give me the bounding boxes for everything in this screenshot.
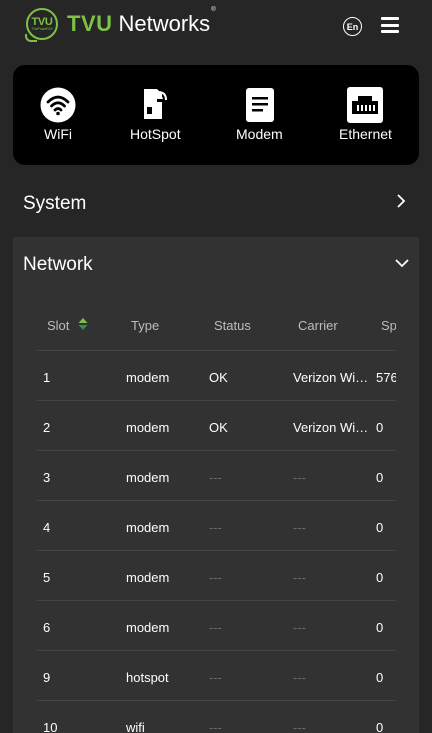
quicknav-item-hotspot[interactable]: HotSpot <box>113 65 203 165</box>
cell-type: wifi <box>126 720 145 733</box>
cell-slot: 4 <box>43 520 51 535</box>
table-row[interactable]: 2 modem OK Verizon Wireless 0 <box>37 401 396 451</box>
table-row[interactable]: 6 modem --- --- 0 <box>37 601 396 651</box>
hamburger-menu-icon[interactable] <box>381 17 399 33</box>
logo-badge-text: TVU <box>31 15 53 28</box>
table-header-row: Slot Type Status Carrier Sp <box>37 297 396 351</box>
app-header: TVU ThePoweROf TVU Networks® En <box>0 0 432 50</box>
cell-slot: 3 <box>43 470 51 485</box>
ethernet-icon <box>347 87 383 123</box>
cell-speed: 0 <box>376 670 384 685</box>
quicknav-item-wifi[interactable]: WiFi <box>13 65 103 165</box>
cell-speed: 0 <box>376 620 384 635</box>
quicknav-label-modem: Modem <box>236 126 283 142</box>
column-header-type[interactable]: Type <box>131 318 159 333</box>
cell-carrier: --- <box>293 570 306 585</box>
cell-type: modem <box>126 620 170 635</box>
brand-tvu: TVU <box>67 11 113 36</box>
cell-carrier: --- <box>293 670 306 685</box>
cell-carrier: --- <box>293 620 306 635</box>
cell-type: hotspot <box>126 670 169 685</box>
cell-slot: 2 <box>43 420 51 435</box>
logo-badge-icon: TVU ThePoweROf <box>25 8 58 42</box>
cell-speed: 0 <box>376 420 384 435</box>
brand-networks-text: Networks <box>118 11 211 36</box>
cell-status: --- <box>209 620 222 635</box>
cell-slot: 5 <box>43 570 51 585</box>
cell-speed: 0 <box>376 720 384 733</box>
network-section: Network Slot Type Status Carrier Sp 1 mo… <box>13 237 419 733</box>
cell-status: --- <box>209 720 222 733</box>
quicknav-item-ethernet[interactable]: Ethernet <box>320 65 410 165</box>
cell-type: modem <box>126 420 170 435</box>
cell-type: modem <box>126 570 170 585</box>
cell-speed: 0 <box>376 520 384 535</box>
table-row[interactable]: 3 modem --- --- 0 <box>37 451 396 501</box>
table-row[interactable]: 1 modem OK Verizon Wireless 576 <box>37 351 396 401</box>
cell-slot: 10 <box>43 720 58 733</box>
cell-status: --- <box>209 520 222 535</box>
cell-status: --- <box>209 570 222 585</box>
quicknav-label-wifi: WiFi <box>44 126 72 142</box>
cell-speed: 576 <box>376 370 396 385</box>
cell-slot: 1 <box>43 370 51 385</box>
quick-nav-bar: WiFi HotSpot Modem Ethernet <box>13 65 419 165</box>
brand-networks: Networks® <box>118 7 216 37</box>
table-row[interactable]: 10 wifi --- --- 0 <box>37 701 396 733</box>
cell-carrier: --- <box>293 470 306 485</box>
cell-status: --- <box>209 470 222 485</box>
hotspot-icon <box>144 89 167 119</box>
network-table: Slot Type Status Carrier Sp 1 modem OK V… <box>37 297 396 733</box>
cell-type: modem <box>126 520 170 535</box>
system-section-header[interactable]: System <box>0 176 432 230</box>
modem-icon <box>246 88 274 122</box>
cell-carrier: --- <box>293 520 306 535</box>
cell-speed: 0 <box>376 570 384 585</box>
chevron-right-icon[interactable] <box>395 193 407 209</box>
cell-status: OK <box>209 420 228 435</box>
cell-carrier: --- <box>293 720 306 733</box>
sort-icon[interactable] <box>78 317 88 331</box>
language-switch-icon[interactable]: En <box>343 17 362 36</box>
cell-status: --- <box>209 670 222 685</box>
cell-type: modem <box>126 370 170 385</box>
tvu-logo[interactable]: TVU ThePoweROf TVU Networks® <box>25 7 216 42</box>
wifi-icon <box>40 87 76 123</box>
column-header-speed[interactable]: Sp <box>381 318 396 333</box>
cell-type: modem <box>126 470 170 485</box>
logo-badge-subtext: ThePoweROf <box>31 26 53 31</box>
network-title: Network <box>23 254 93 275</box>
column-header-slot[interactable]: Slot <box>47 318 69 333</box>
trademark-symbol: ® <box>211 7 216 13</box>
column-header-carrier[interactable]: Carrier <box>298 318 338 333</box>
chevron-down-icon[interactable] <box>394 257 410 269</box>
quicknav-label-hotspot: HotSpot <box>130 126 181 142</box>
cell-status: OK <box>209 370 228 385</box>
cell-speed: 0 <box>376 470 384 485</box>
table-row[interactable]: 5 modem --- --- 0 <box>37 551 396 601</box>
cell-carrier: Verizon Wireless <box>293 420 371 435</box>
table-row[interactable]: 9 hotspot --- --- 0 <box>37 651 396 701</box>
quicknav-item-modem[interactable]: Modem <box>216 65 306 165</box>
cell-carrier: Verizon Wireless <box>293 370 371 385</box>
language-label: En <box>346 21 359 32</box>
quicknav-label-ethernet: Ethernet <box>339 126 392 142</box>
system-title: System <box>23 193 87 214</box>
table-row[interactable]: 4 modem --- --- 0 <box>37 501 396 551</box>
cell-slot: 6 <box>43 620 51 635</box>
column-header-status[interactable]: Status <box>214 318 251 333</box>
cell-slot: 9 <box>43 670 51 685</box>
